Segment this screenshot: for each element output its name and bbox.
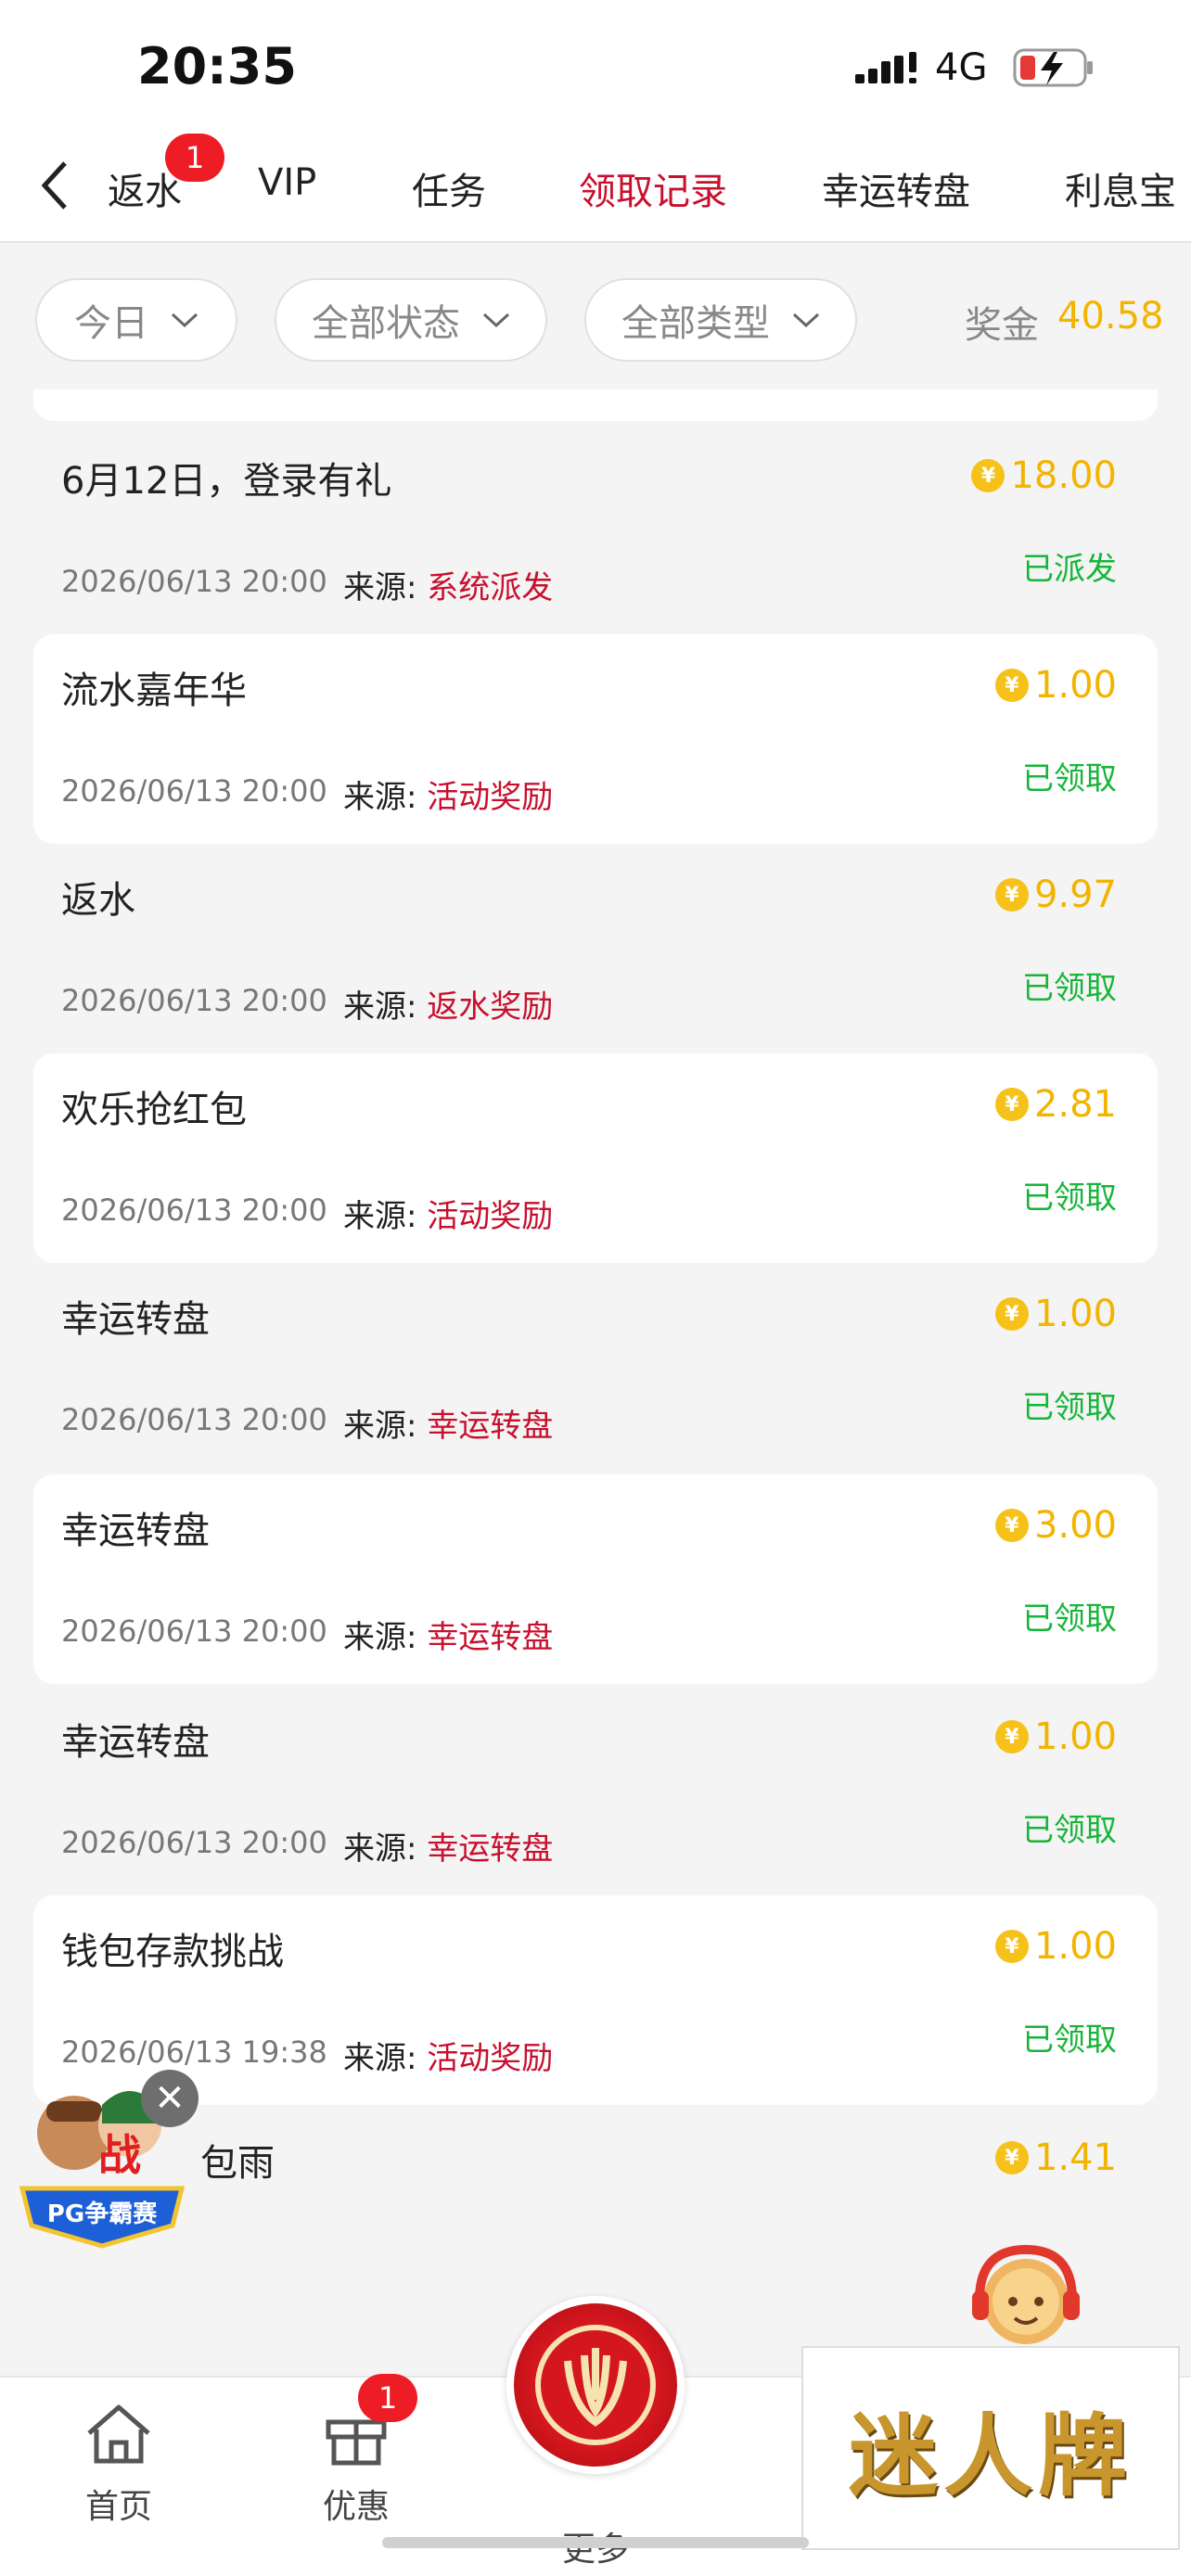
coin-icon: ¥	[994, 1509, 1029, 1542]
tab-bar: 返水 1 VIP 任务 领取记录 幸运转盘 利息宝	[0, 134, 1191, 243]
back-icon[interactable]	[37, 158, 74, 213]
record-source: 来源: 活动奖励	[343, 1198, 554, 1235]
record-title: 包雨	[200, 2142, 275, 2185]
pg-promo-label: PG争霸赛	[47, 2200, 158, 2228]
home-indicator	[382, 2537, 809, 2548]
record-title: 6月12日，登录有礼	[61, 460, 392, 503]
svg-text:战: 战	[98, 2130, 141, 2180]
coin-icon: ¥	[994, 878, 1029, 912]
record-source: 来源: 返水奖励	[343, 988, 554, 1026]
tab-interest[interactable]: 利息宝	[1065, 161, 1176, 215]
record-amount: ¥1.00	[994, 664, 1117, 707]
record-title: 欢乐抢红包	[61, 1089, 247, 1131]
chevron-down-icon	[792, 312, 820, 328]
record-time: 2026/06/13 20:00	[61, 564, 327, 599]
record-time: 2026/06/13 20:00	[61, 773, 327, 809]
list-item[interactable]: 返水 ¥9.97 2026/06/13 20:00 来源: 返水奖励 已领取	[33, 844, 1158, 1053]
record-status: 已领取	[1022, 1600, 1117, 1638]
record-source: 来源: 活动奖励	[343, 779, 554, 816]
record-status: 已领取	[1022, 970, 1117, 1007]
record-status: 已领取	[1022, 760, 1117, 797]
brand-watermark: 迷人牌	[801, 2346, 1180, 2550]
record-source: 来源: 幸运转盘	[343, 1830, 554, 1868]
record-status: 已领取	[1022, 1812, 1117, 1849]
tab-vip[interactable]: VIP	[258, 161, 316, 204]
list-item-partial	[33, 389, 1158, 421]
coin-icon: ¥	[971, 459, 1005, 492]
coin-icon: ¥	[994, 2141, 1029, 2174]
record-status: 已领取	[1022, 1389, 1117, 1426]
record-amount: ¥1.00	[994, 1715, 1117, 1758]
clock: 20:35	[137, 37, 297, 96]
record-amount: ¥1.00	[994, 1293, 1117, 1335]
record-amount: ¥18.00	[971, 454, 1117, 497]
nav-home-label: 首页	[84, 2488, 152, 2526]
record-amount: ¥3.00	[994, 1504, 1117, 1547]
chevron-down-icon	[171, 312, 198, 328]
record-source: 来源: 幸运转盘	[343, 1619, 554, 1656]
record-status: 已领取	[1022, 1180, 1117, 1217]
status-filter[interactable]: 全部状态	[275, 278, 547, 362]
record-source: 来源: 幸运转盘	[343, 1408, 554, 1445]
status-bar: 20:35 4G	[0, 0, 1191, 139]
nav-home[interactable]: 首页	[54, 2402, 184, 2528]
record-time: 2026/06/13 20:00	[61, 1613, 327, 1649]
nav-promotions-label: 优惠	[322, 2488, 390, 2526]
close-icon[interactable]: ✕	[141, 2070, 198, 2127]
record-time: 2026/06/13 20:00	[61, 1402, 327, 1437]
tab-tasks[interactable]: 任务	[412, 161, 486, 215]
tab-lucky-wheel[interactable]: 幸运转盘	[822, 161, 970, 215]
list-item[interactable]: 欢乐抢红包 ¥2.81 2026/06/13 20:00 来源: 活动奖励 已领…	[33, 1053, 1158, 1263]
record-time: 2026/06/13 20:00	[61, 1192, 327, 1228]
coin-icon: ¥	[994, 1088, 1029, 1121]
list-item[interactable]: 幸运转盘 ¥3.00 2026/06/13 20:00 来源: 幸运转盘 已领取	[33, 1474, 1158, 1684]
record-status: 已派发	[1022, 551, 1117, 588]
record-amount: ¥1.00	[994, 1925, 1117, 1968]
list-item[interactable]: 6月12日，登录有礼 ¥18.00 2026/06/13 20:00 来源: 系…	[33, 425, 1158, 634]
record-time: 2026/06/13 20:00	[61, 983, 327, 1018]
coin-icon: ¥	[994, 1720, 1029, 1753]
record-source: 来源: 系统派发	[343, 569, 554, 606]
record-status: 已领取	[1022, 2021, 1117, 2059]
customer-service-icon[interactable]	[955, 2235, 1095, 2355]
record-amount: ¥9.97	[994, 874, 1117, 916]
type-filter[interactable]: 全部类型	[584, 278, 857, 362]
record-amount: ¥1.41	[994, 2136, 1117, 2179]
record-title: 流水嘉年华	[61, 670, 247, 712]
logo-icon	[535, 2325, 656, 2445]
list-item[interactable]: 幸运转盘 ¥1.00 2026/06/13 20:00 来源: 幸运转盘 已领取	[33, 1263, 1158, 1473]
record-source: 来源: 活动奖励	[343, 2040, 554, 2077]
list-item[interactable]: 幸运转盘 ¥1.00 2026/06/13 20:00 来源: 幸运转盘 已领取	[33, 1686, 1158, 1895]
prize-value: 40.58	[1057, 295, 1164, 338]
record-amount: ¥2.81	[994, 1083, 1117, 1126]
date-filter[interactable]: 今日	[35, 278, 237, 362]
signal-icon	[855, 52, 916, 83]
page: 20:35 4G 返水 1 VIP 任务 领取记录 幸运转盘 利息宝 今日 全部…	[0, 0, 1191, 2576]
list-item[interactable]: 流水嘉年华 ¥1.00 2026/06/13 20:00 来源: 活动奖励 已领…	[33, 634, 1158, 844]
prize-label: 奖金	[965, 304, 1039, 347]
record-time: 2026/06/13 19:38	[61, 2034, 327, 2070]
network-type: 4G	[935, 46, 988, 89]
coin-icon: ¥	[994, 669, 1029, 702]
chevron-down-icon	[482, 312, 510, 328]
tab-claim-records[interactable]: 领取记录	[579, 161, 727, 215]
more-button[interactable]	[506, 2296, 685, 2474]
record-title: 幸运转盘	[61, 1721, 210, 1764]
home-icon	[87, 2404, 150, 2464]
list-item[interactable]: 钱包存款挑战 ¥1.00 2026/06/13 19:38 来源: 活动奖励 已…	[33, 1895, 1158, 2105]
record-title: 钱包存款挑战	[61, 1931, 284, 1973]
coin-icon: ¥	[994, 1930, 1029, 1963]
list-item[interactable]: 包雨 ¥1.41	[33, 2107, 1158, 2237]
record-title: 幸运转盘	[61, 1298, 210, 1341]
tab-rebate-badge: 1	[165, 134, 224, 182]
record-title: 幸运转盘	[61, 1510, 210, 1552]
battery-icon	[1013, 48, 1093, 87]
coin-icon: ¥	[994, 1297, 1029, 1331]
nav-promotions-badge: 1	[358, 2374, 417, 2422]
record-time: 2026/06/13 20:00	[61, 1825, 327, 1860]
record-title: 返水	[61, 879, 135, 922]
